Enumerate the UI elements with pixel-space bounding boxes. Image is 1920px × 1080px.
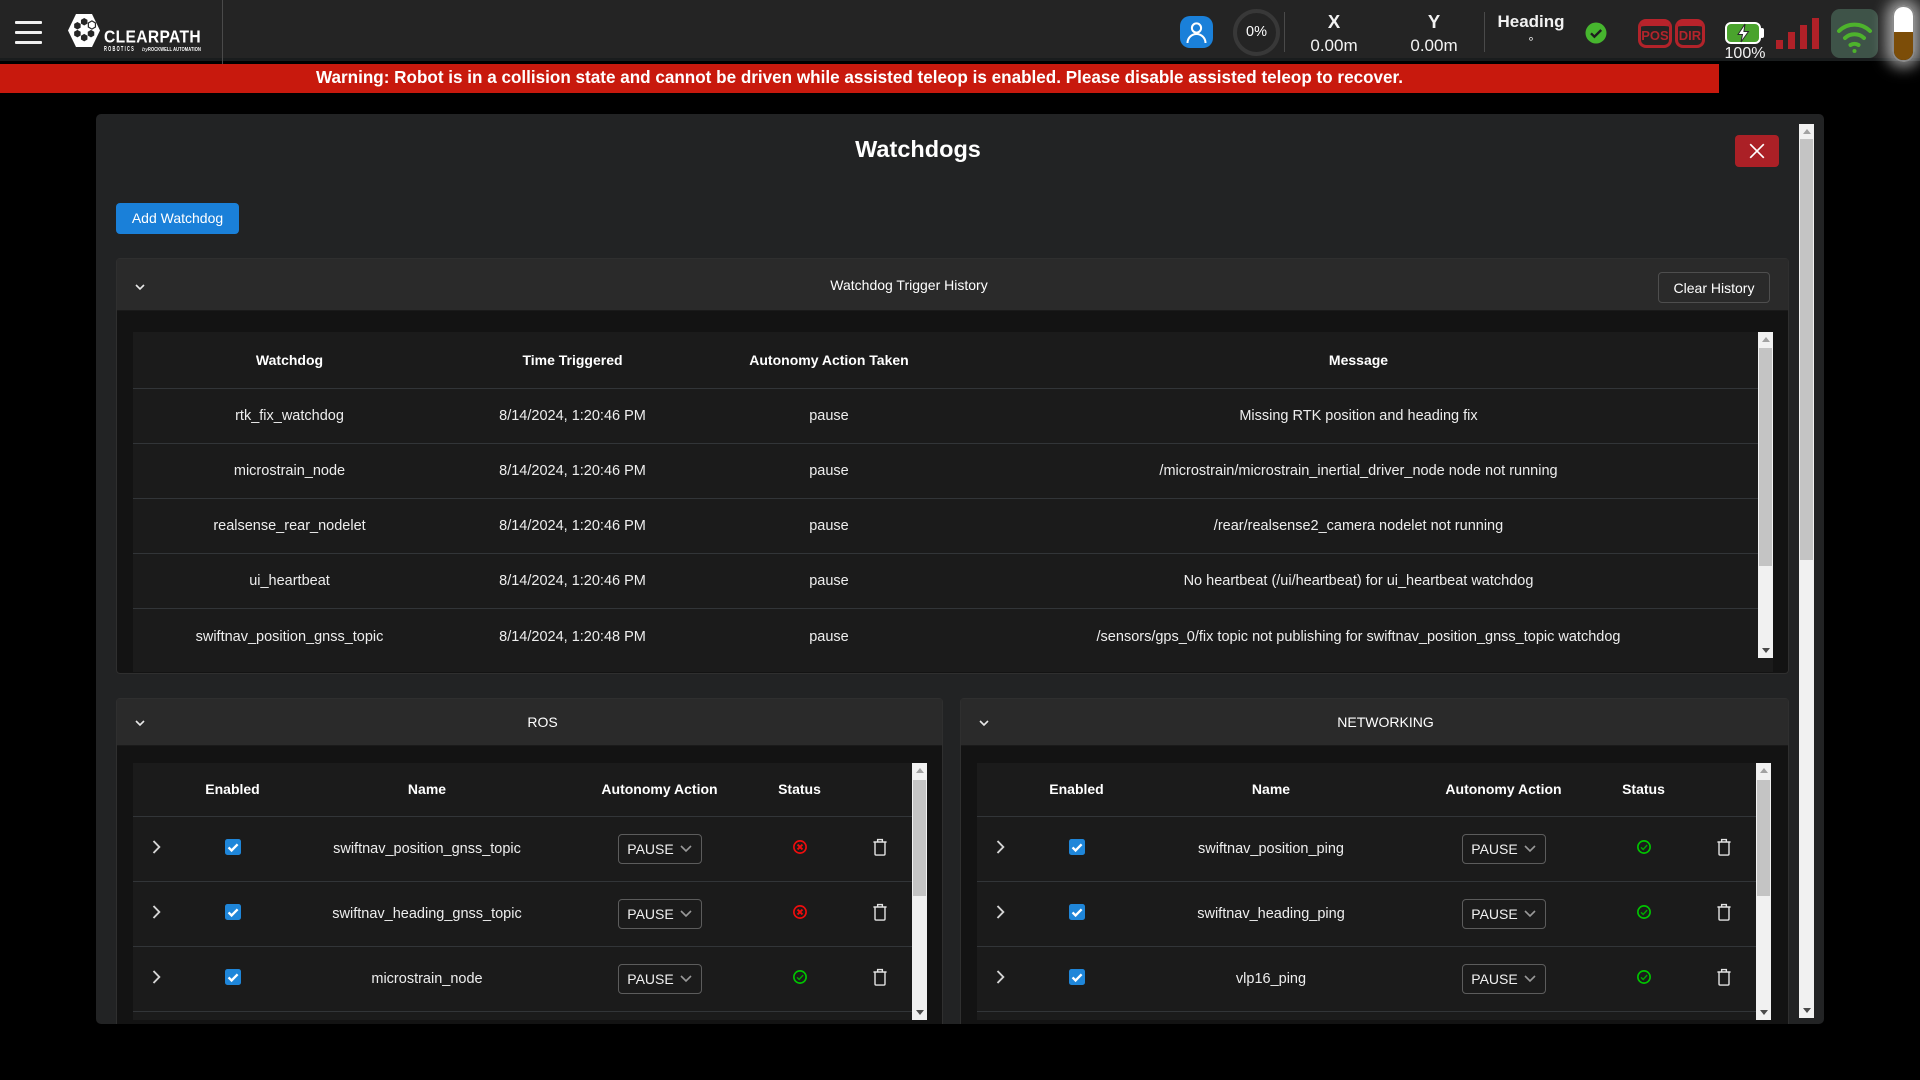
svg-text:ROCKWELL AUTOMATION: ROCKWELL AUTOMATION	[148, 47, 201, 52]
svg-text:ROBOTICS: ROBOTICS	[104, 44, 135, 52]
